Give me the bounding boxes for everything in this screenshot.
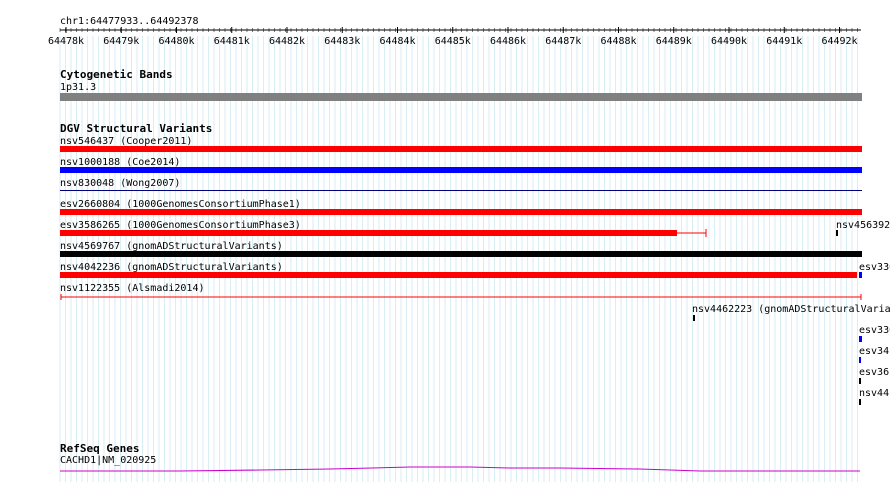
ruler-location: chr1:64477933..64492378 [60,16,198,27]
variant-tick-nsv4462223[interactable] [693,315,695,321]
variant-label: esv3586265 (1000GenomesConsortiumPhase3) [60,220,301,231]
variant-tick-esv34[interactable] [859,357,861,363]
ruler-tick-label: 64479k [103,36,139,47]
refseq-gene-line[interactable] [60,466,860,472]
variant-label-right: esv34 [859,346,889,357]
refseq-title: RefSeq Genes [60,442,139,455]
cytoband-bar[interactable] [60,93,862,101]
variant-label-right: esv330 [859,262,890,273]
ruler-track: chr1:64477933..64492378 64478k 64479k 6448… [48,16,861,47]
ruler-tick-label: 64483k [324,36,360,47]
variant-label: nsv4042236 (gnomADStructuralVariants) [60,262,283,273]
variant-bar-nsv4042236[interactable] [60,272,857,278]
variant-label: nsv1000188 (Coe2014) [60,157,180,168]
dgv-title: DGV Structural Variants [60,122,212,135]
variant-label: nsv830048 (Wong2007) [60,178,180,189]
variant-tick-esv36[interactable] [859,378,861,384]
ruler-tick-label: 64491k [766,36,802,47]
ruler-tick-label: 64485k [435,36,471,47]
ruler-tick-label: 64492k [821,36,857,47]
cytoband-label: 1p31.3 [60,82,96,93]
variant-bar-nsv4569767[interactable] [60,251,862,257]
refseq-track: RefSeq Genes CACHD1|NM_020925 [60,442,860,472]
grid-lines [59,36,858,482]
ruler-tick-label: 64489k [656,36,692,47]
ruler-tick-label: 64481k [214,36,250,47]
variant-bar-esv3586265[interactable] [60,230,677,236]
variant-label: nsv546437 (Cooper2011) [60,136,192,147]
variant-tick-esv330b[interactable] [859,336,862,342]
genome-browser-panel: chr1:64477933..64492378 64478k 64479k 6448… [48,16,890,482]
variant-bar-esv2660804[interactable] [60,209,862,215]
variant-label: nsv1122355 (Alsmadi2014) [60,283,205,294]
ruler-tick-label: 64490k [711,36,747,47]
variant-label-right: nsv4462223 (gnomADStructuralVaria [692,304,890,315]
variant-tick-nsv44[interactable] [859,399,861,405]
variant-tick-nsv456392[interactable] [836,230,838,236]
variant-label-right: nsv44 [859,388,889,399]
ruler-tick-label: 64480k [158,36,194,47]
variant-bar-nsv830048[interactable] [60,190,862,191]
variant-bar-nsv546437[interactable] [60,146,862,152]
ruler-tick-label: 64484k [379,36,415,47]
refseq-gene-label: CACHD1|NM_020925 [60,455,156,466]
ruler-tick-label: 64486k [490,36,526,47]
variant-label-right: esv330 [859,325,890,336]
ruler-tick-label: 64487k [545,36,581,47]
variant-label-right: nsv456392 [836,220,890,231]
ruler-tick-label: 64482k [269,36,305,47]
variant-label: nsv4569767 (gnomADStructuralVariants) [60,241,283,252]
dgv-track: DGV Structural Variants nsv546437 (Coope… [60,122,890,405]
variant-bar-nsv1000188[interactable] [60,167,862,173]
variant-tick-esv330[interactable] [859,272,862,278]
ruler-tick-label: 64478k [48,36,84,47]
variant-label-right: esv36 [859,367,889,378]
variant-label: esv2660804 (1000GenomesConsortiumPhase1) [60,199,301,210]
cytoband-title: Cytogenetic Bands [60,68,173,81]
ruler-tick-label: 64488k [600,36,636,47]
